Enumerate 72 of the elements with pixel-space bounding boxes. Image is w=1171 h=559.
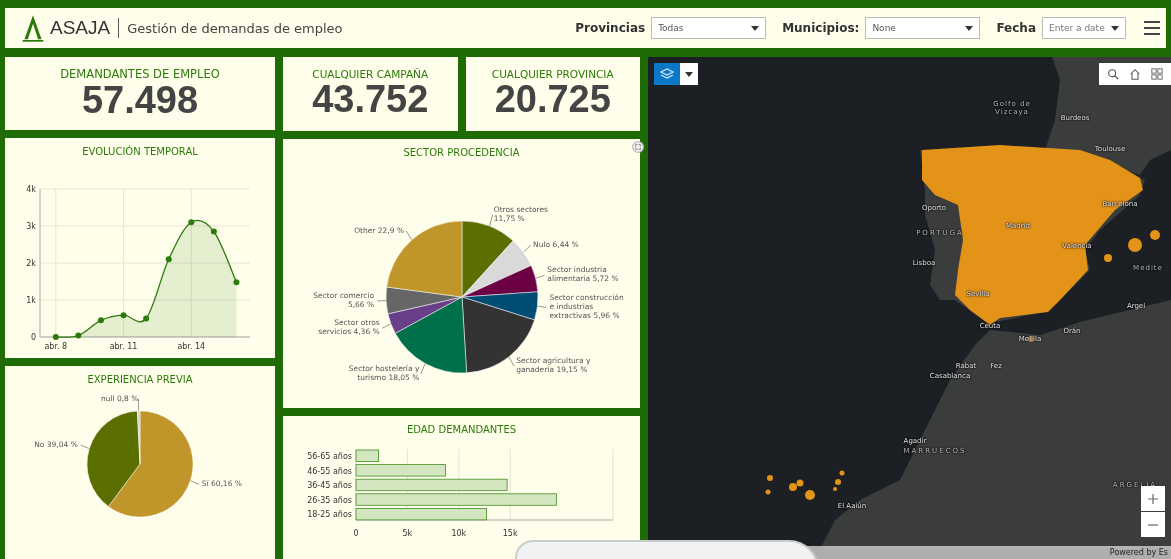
category-label: 56-65 años bbox=[307, 452, 352, 461]
category-label: 46-55 años bbox=[307, 466, 352, 476]
caret-icon bbox=[685, 71, 693, 77]
category-label: 18-25 años bbox=[307, 510, 352, 520]
axis-tick-label: 10k bbox=[451, 529, 467, 538]
caret-icon bbox=[1111, 25, 1119, 31]
leader-line bbox=[522, 244, 532, 253]
data-point bbox=[233, 279, 240, 286]
axis-tick-label: 0 bbox=[353, 529, 359, 538]
data-point bbox=[143, 315, 150, 322]
leader-line bbox=[420, 363, 426, 375]
leader-line bbox=[80, 444, 90, 450]
axis-tick-label: 15k bbox=[502, 529, 518, 538]
kpi-label: DEMANDANTES DE EMPLEO bbox=[60, 66, 220, 81]
data-point bbox=[210, 228, 217, 235]
leader-line bbox=[376, 300, 387, 302]
chart-title: EXPERIENCIA PREVIA bbox=[87, 374, 193, 385]
logo-text: ASAJA bbox=[50, 17, 111, 39]
data-point bbox=[97, 317, 104, 324]
data-point bbox=[120, 312, 127, 319]
axis-tick-label: 1k bbox=[26, 296, 36, 305]
data-point bbox=[52, 334, 59, 340]
leader-line bbox=[405, 230, 413, 241]
caret-icon bbox=[965, 25, 974, 31]
chart-title: EDAD DEMANDANTES bbox=[406, 424, 517, 435]
date-field[interactable]: Enter a date bbox=[1042, 17, 1126, 39]
menu-icon[interactable] bbox=[1144, 21, 1160, 35]
category-label: 26-35 años bbox=[307, 495, 352, 505]
zoom-out-button[interactable] bbox=[1141, 512, 1165, 537]
expand-icon[interactable] bbox=[632, 141, 644, 153]
filter-label: Provincias bbox=[575, 21, 646, 35]
kpi-value: 43.752 bbox=[312, 80, 429, 120]
leader-line bbox=[189, 480, 200, 485]
axis-tick-label: 4k bbox=[26, 185, 36, 194]
search-icon[interactable] bbox=[1107, 68, 1119, 80]
axis-tick-label: 0 bbox=[30, 333, 36, 342]
axis-tick-label: abr. 8 bbox=[44, 342, 68, 351]
leader-line bbox=[536, 305, 547, 308]
plus-icon bbox=[1147, 492, 1159, 505]
chart-title: EVOLUCIÓN TEMPORAL bbox=[82, 146, 198, 157]
leader-line bbox=[508, 356, 515, 367]
grid-icon[interactable] bbox=[1151, 68, 1163, 80]
filter-dropdown[interactable]: Todas bbox=[651, 17, 767, 39]
axis-tick-label: 3k bbox=[26, 222, 36, 231]
kpi-value: 20.725 bbox=[494, 80, 611, 120]
axis-tick-label: abr. 14 bbox=[177, 342, 206, 351]
chart-title: SECTOR PROCEDENCIA bbox=[403, 147, 520, 158]
dropdown-button[interactable] bbox=[680, 63, 698, 85]
filter-label: Municipios: bbox=[782, 21, 860, 35]
filter-label: Fecha bbox=[996, 21, 1036, 35]
axis-tick-label: 2k bbox=[26, 259, 36, 268]
data-point bbox=[165, 256, 172, 263]
kpi-value: 57.498 bbox=[81, 80, 199, 121]
caret-icon bbox=[751, 25, 760, 31]
category-label: 36-45 años bbox=[307, 481, 352, 491]
kpi-label: CUALQUIER PROVINCIA bbox=[491, 68, 614, 81]
leader-line bbox=[137, 398, 140, 412]
data-point bbox=[75, 332, 82, 339]
axis-tick-label: abr. 11 bbox=[109, 342, 138, 351]
filter-dropdown[interactable]: None bbox=[865, 17, 981, 39]
attribution-text: Powered by Es bbox=[1109, 547, 1169, 558]
leader-line bbox=[381, 323, 392, 329]
app-title: Gestión de demandas de empleo bbox=[127, 20, 343, 36]
layers-icon bbox=[660, 68, 674, 80]
leader-line bbox=[535, 274, 545, 279]
zoom-in-button[interactable] bbox=[1141, 486, 1165, 511]
leader-line bbox=[488, 214, 494, 227]
home-icon[interactable] bbox=[1129, 68, 1141, 80]
data-point bbox=[188, 219, 195, 226]
bar bbox=[355, 449, 379, 462]
kpi-label: CUALQUIER CAMPAÑA bbox=[312, 68, 429, 81]
axis-tick-label: 5k bbox=[402, 529, 413, 538]
